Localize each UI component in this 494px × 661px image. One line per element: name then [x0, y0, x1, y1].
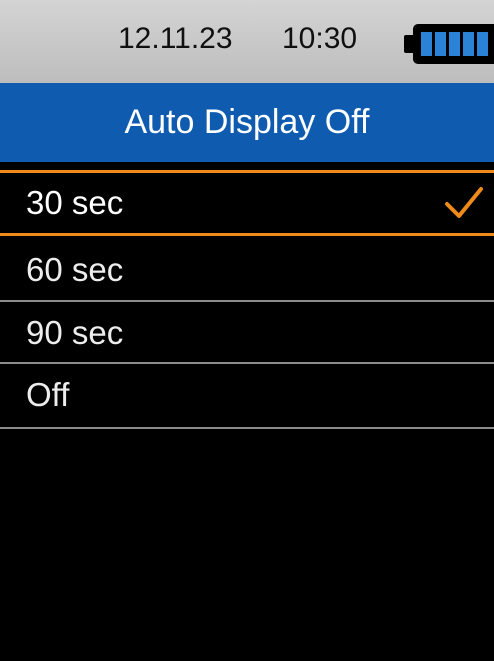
- option-label: Off: [26, 376, 70, 413]
- option-60-sec[interactable]: 60 sec: [0, 239, 494, 301]
- option-30-sec[interactable]: 30 sec: [0, 170, 494, 236]
- option-label: 30 sec: [26, 184, 124, 221]
- battery-full-icon: [404, 24, 494, 64]
- status-bar: 12.11.23 10:30: [0, 0, 494, 83]
- page-title: Auto Display Off: [124, 103, 370, 141]
- option-label: 60 sec: [26, 251, 124, 288]
- option-off[interactable]: Off: [0, 364, 494, 426]
- screen-title-bar: Auto Display Off: [0, 83, 494, 162]
- status-date: 12.11.23: [118, 22, 233, 55]
- divider: [0, 427, 494, 429]
- option-label: 90 sec: [26, 314, 124, 351]
- option-90-sec[interactable]: 90 sec: [0, 302, 494, 364]
- checkmark-icon: [445, 187, 483, 218]
- status-time: 10:30: [282, 22, 358, 55]
